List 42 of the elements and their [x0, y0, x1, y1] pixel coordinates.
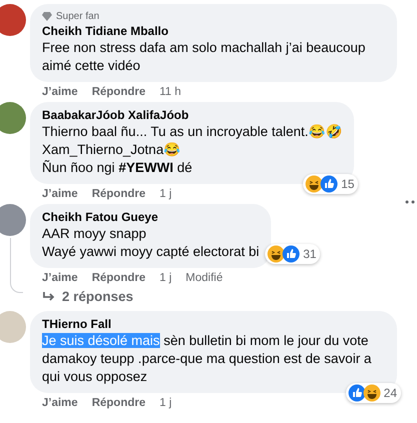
- like-reaction-icon: [320, 175, 338, 193]
- replies-link[interactable]: 2 réponses: [62, 289, 134, 304]
- laughing-face-icon: [362, 384, 381, 402]
- meta-text: 1 j: [159, 272, 172, 284]
- like-reaction-icon: [348, 384, 366, 402]
- action-link[interactable]: J’aime: [42, 397, 78, 409]
- action-link[interactable]: J’aime: [42, 272, 78, 284]
- more-options-icon[interactable]: [405, 200, 415, 204]
- author-name[interactable]: Cheikh Fatou Gueye: [42, 210, 260, 225]
- action-link[interactable]: Répondre: [92, 86, 146, 98]
- diamond-icon: [42, 12, 52, 21]
- action-link[interactable]: J’aime: [42, 188, 78, 200]
- avatar[interactable]: [0, 4, 26, 36]
- comment-text: Ñun ñoo ngi #YEWWI dé: [42, 159, 194, 177]
- action-link[interactable]: Répondre: [92, 397, 146, 409]
- avatar[interactable]: [0, 102, 26, 134]
- laughing-face-icon: [267, 245, 286, 263]
- comment-text: AAR moyy snapp: [42, 225, 148, 243]
- author-name[interactable]: BaabakarJóob XalifaJóob: [42, 108, 342, 123]
- author-name[interactable]: THierno Fall: [42, 317, 385, 332]
- author-name[interactable]: Cheikh Tidiane Mballo: [42, 24, 385, 39]
- avatar[interactable]: [0, 204, 26, 236]
- reaction-summary[interactable]: 31: [265, 244, 320, 264]
- meta-text: 1 j: [159, 397, 172, 409]
- meta-text: 11 h: [159, 86, 182, 98]
- action-link[interactable]: Répondre: [92, 188, 146, 200]
- action-link[interactable]: J’aime: [42, 86, 78, 98]
- thread-line: [10, 238, 23, 293]
- like-reaction-icon: [282, 245, 300, 263]
- meta-text: 1 j: [159, 188, 172, 200]
- comment-text: Free non stress dafa am solo machallah j’ai beaucoup aimé cette vidéo: [42, 39, 366, 75]
- meta-text: Modifié: [186, 272, 223, 284]
- action-link[interactable]: Répondre: [92, 272, 146, 284]
- comment-text: Thierno baal ñu... Tu as un incroyable talent.😂🤣: [42, 123, 342, 141]
- comment-text: Je suis désolé mais sèn bulletin bi mom le jour du vote damakoy teupp .parce-que ma question est de savoir a qui vous opposez: [42, 332, 372, 386]
- reply-arrow-icon: [42, 290, 56, 302]
- comment-text: Xam_Thierno_Jotna😂: [42, 141, 182, 159]
- comment-text: Wayé yawwi moyy capté electorat bi: [42, 243, 260, 261]
- laughing-face-icon: [305, 175, 324, 193]
- reaction-summary[interactable]: 24: [346, 383, 401, 403]
- reaction-summary[interactable]: 15: [303, 174, 358, 194]
- badge-label: Super fan: [56, 10, 100, 23]
